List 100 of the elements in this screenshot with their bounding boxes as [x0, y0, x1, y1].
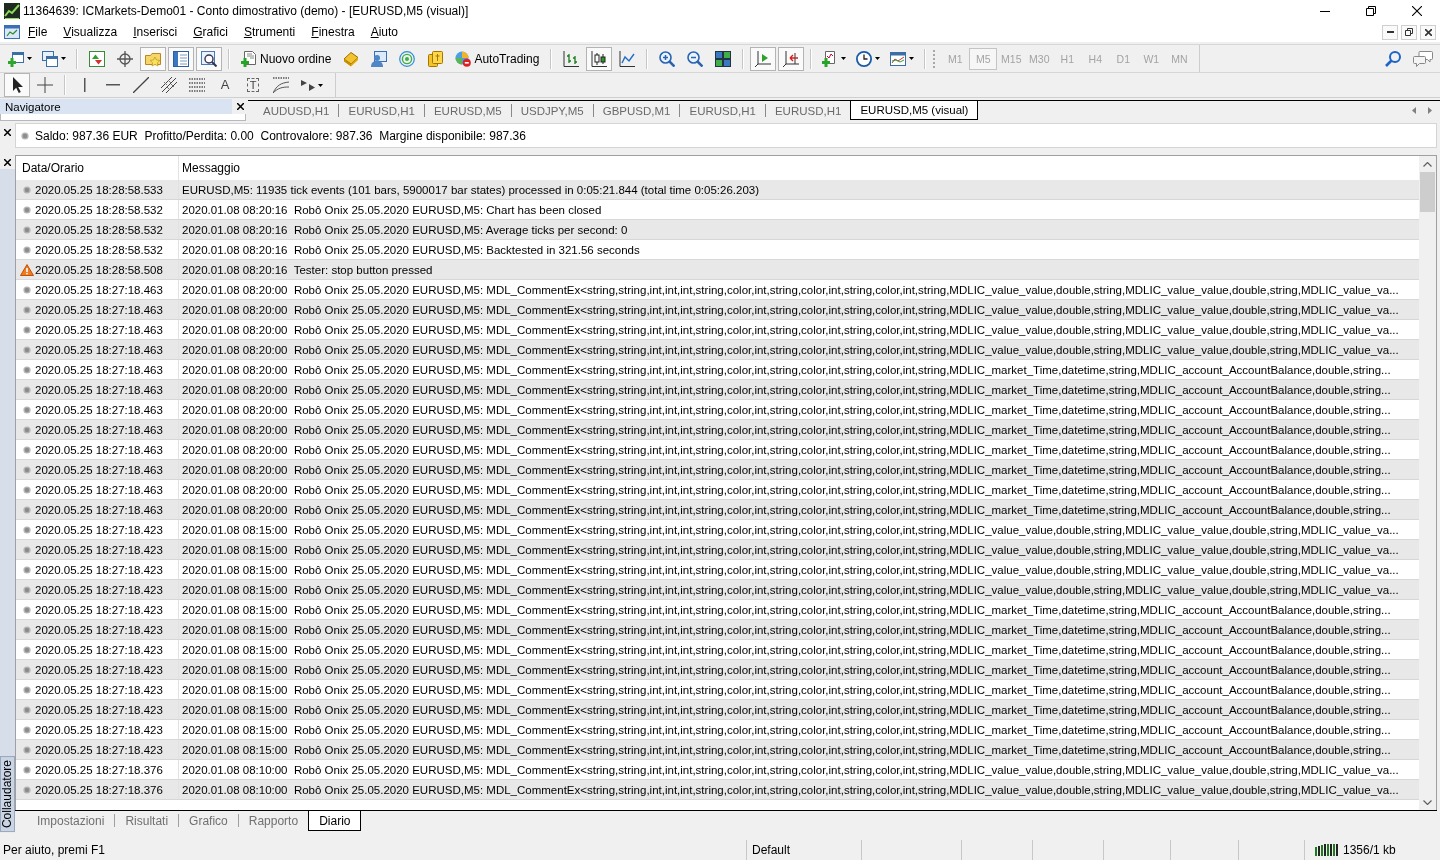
bar-chart-icon — [563, 50, 580, 67]
table-cell-text: 2020.01.08 08:20:00 Robô Onix 25.05.2020 EURUSD,M5: MDL_CommentEx<string,string,int,int,int,string,color,int,string,color,int,string,color,int,string,MDLIC_market_Time,datetime,string,MDLIC_account_AccountBalance,double,string... — [181, 503, 1391, 516]
menu-item[interactable]: Grafici — [185, 23, 236, 41]
table-cell: 2020.05.25 18:27:18.463 — [35, 343, 163, 356]
panel-tab[interactable]: Rapporto — [238, 811, 309, 830]
chart-tab[interactable]: GBPUSD,M1 — [593, 101, 680, 120]
table-cell-text: 2020.01.08 08:20:00 Robô Onix 25.05.2020 EURUSD,M5: MDL_CommentEx<string,string,int,int,int,string,color,int,string,color,int,string,color,int,string,MDLIC_market_Time,datetime,string,MDLIC_account_AccountBalance,double,string... — [181, 383, 1391, 396]
table-cell-text: 2020.01.08 08:10:00 Robô Onix 25.05.2020 EURUSD,M5: MDL_CommentEx<string,string,int,int,int,string,color,int,string,color,int,string,color,int,string,MDLIC_value_value,double,string,MDLIC_value_value,double,string,MDLIC_value_va... — [181, 763, 1399, 776]
table-cell: 2020.05.25 18:27:18.423 — [35, 723, 163, 736]
dot-icon — [23, 205, 31, 214]
status-text: Per aiuto, premi F1 — [3, 843, 106, 857]
close-icon — [236, 103, 244, 110]
restore-button[interactable] — [1401, 24, 1417, 40]
tile-windows-icon — [715, 50, 732, 67]
panel-tab[interactable]: Grafico — [179, 811, 238, 830]
table-cell-text: 2020.01.08 08:20:16 Robô Onix 25.05.2020 EURUSD,M5: Backtested in 321.56 seconds — [181, 243, 640, 256]
dot-icon — [23, 405, 31, 414]
table-cell: 2020.05.25 18:27:18.376 — [35, 783, 163, 796]
toolbar-button[interactable] — [168, 46, 194, 71]
chart-tab[interactable]: USDJPY,M5 — [511, 101, 593, 120]
table-cell: 2020.05.25 18:28:58.532 — [35, 203, 163, 216]
table-cell: 2020.05.25 18:27:18.423 — [35, 543, 163, 556]
table-cell-text: 2020.01.08 08:20:00 Robô Onix 25.05.2020 EURUSD,M5: MDL_CommentEx<string,string,int,int,int,string,color,int,string,color,int,string,color,int,string,MDLIC_value_value,double,string,MDLIC_value_value,double,string,MDLIC_value_va... — [181, 323, 1399, 336]
dot-icon — [23, 325, 31, 334]
table-cell: 2020.05.25 18:27:18.423 — [35, 743, 163, 756]
chat-button[interactable] — [1413, 50, 1433, 67]
chart-window-icon — [890, 50, 907, 67]
chart-tab[interactable]: EURUSD,H1 — [680, 101, 765, 120]
zoom-in-icon — [659, 50, 676, 67]
axis-play-icon — [755, 50, 772, 67]
close-icon — [4, 158, 11, 166]
account-summary: Saldo: 987.36 EUR Profitto/Perdita: 0.00 Controvalore: 987.36 Margine disponibile: 987.36 — [35, 128, 526, 143]
table-cell-text: 2020.01.08 08:20:00 Robô Onix 25.05.2020 EURUSD,M5: MDL_CommentEx<string,string,int,int,int,string,color,int,string,color,int,string,color,int,string,MDLIC_market_Time,datetime,string,MDLIC_account_AccountBalance,double,string... — [181, 403, 1391, 416]
panel-title: Navigatore — [0, 99, 232, 114]
dot-icon — [23, 425, 31, 434]
menu-item[interactable]: Inserisci — [125, 23, 186, 41]
menu-item[interactable]: Aiuto — [362, 23, 407, 41]
windows-icon — [42, 50, 58, 67]
chart-tab[interactable]: EURUSD,M5 — [424, 101, 511, 120]
folder-star-icon — [145, 50, 161, 67]
candlestick-button[interactable] — [586, 46, 613, 71]
minimize-icon — [1320, 10, 1330, 12]
menu-item[interactable]: Finestra — [303, 23, 363, 41]
chart-tab[interactable]: AUDUSD,H1 — [254, 101, 339, 120]
table-cell-text: 2020.01.08 08:15:00 Robô Onix 25.05.2020 EURUSD,M5: MDL_CommentEx<string,string,int,int,int,string,color,int,string,color,int,string,color,int,string,MDLIC_market_Time,datetime,string,MDLIC_account_AccountBalance,double,string... — [181, 683, 1391, 696]
scrollbar-thumb[interactable] — [1420, 172, 1435, 212]
table-cell: 2020.05.25 18:27:18.463 — [35, 463, 163, 476]
label-tool-button[interactable]: T — [240, 73, 266, 97]
table-cell-text: 2020.01.08 08:15:00 Robô Onix 25.05.2020 EURUSD,M5: MDL_CommentEx<string,string,int,int,int,string,color,int,string,color,int,string,color,int,string,MDLIC_market_Time,datetime,string,MDLIC_account_AccountBalance,double,string... — [181, 703, 1391, 716]
column-header[interactable]: Messaggio — [179, 156, 241, 180]
minimize-icon — [1386, 31, 1394, 33]
menu-item[interactable]: File — [20, 23, 56, 41]
chart-tab[interactable]: EURUSD,M5 (visual) — [850, 101, 979, 120]
chart-arrows-icon — [89, 50, 105, 67]
table-cell: 2020.05.25 18:27:18.463 — [35, 403, 163, 416]
menu-item[interactable]: Strumenti — [235, 23, 304, 41]
panel-tab[interactable]: Risultati — [115, 811, 179, 830]
scroll-right-button[interactable] — [1428, 107, 1432, 114]
autotrading-button[interactable]: AutoTrading — [450, 46, 545, 71]
dot-icon — [23, 505, 31, 514]
chart-tab[interactable]: EURUSD,H1 — [339, 101, 424, 120]
cursor-button[interactable] — [4, 73, 30, 97]
table-cell-text: 2020.01.08 08:15:00 Robô Onix 25.05.2020 EURUSD,M5: MDL_CommentEx<string,string,int,int,int,string,color,int,string,color,int,string,color,int,string,MDLIC_market_Time,datetime,string,MDLIC_account_AccountBalance,double,string... — [181, 723, 1391, 736]
restore-icon — [1366, 6, 1376, 16]
chart-logo-icon — [4, 3, 20, 19]
toolbar-button[interactable] — [196, 46, 222, 71]
panel-tab[interactable]: Diario — [308, 811, 362, 831]
panel-tab[interactable]: Impostazioni — [27, 811, 115, 830]
table-cell-text: 2020.01.08 08:20:00 Robô Onix 25.05.2020 EURUSD,M5: MDL_CommentEx<string,string,int,int,int,string,color,int,string,color,int,string,color,int,string,MDLIC_value_value,double,string,MDLIC_value_value,double,string,MDLIC_value_va... — [181, 343, 1399, 356]
table-cell-text: 2020.01.08 08:15:00 Robô Onix 25.05.2020 EURUSD,M5: MDL_CommentEx<string,string,int,int,int,string,color,int,string,color,int,string,color,int,string,MDLIC_market_Time,datetime,string,MDLIC_account_AccountBalance,double,string... — [181, 743, 1391, 756]
close-icon — [1412, 6, 1422, 16]
scroll-left-button[interactable] — [1412, 107, 1416, 114]
table-cell: 2020.05.25 18:27:18.423 — [35, 563, 163, 576]
caret-down-icon — [909, 57, 915, 60]
table-cell: 2020.05.25 18:27:18.423 — [35, 523, 163, 536]
chart-tab[interactable]: EURUSD,H1 — [765, 101, 851, 120]
search-button[interactable] — [1385, 50, 1401, 67]
dot-icon — [23, 685, 31, 694]
trend-line-icon — [133, 77, 149, 93]
fan-icon — [273, 77, 289, 93]
close-button[interactable] — [1420, 24, 1436, 40]
new-order-button[interactable]: Nuovo ordine — [236, 46, 337, 71]
dot-icon — [23, 445, 31, 454]
dot-icon — [23, 345, 31, 354]
table-cell: 2020.05.25 18:27:18.423 — [35, 663, 163, 676]
user-icon — [371, 50, 388, 67]
menu-item[interactable]: Visualizza — [55, 23, 126, 41]
dot-icon — [23, 525, 31, 534]
table-cell-text: 2020.01.08 08:15:00 Robô Onix 25.05.2020 EURUSD,M5: MDL_CommentEx<string,string,int,int,int,string,color,int,string,color,int,string,color,int,string,MDLIC_value_value,double,string,MDLIC_value_value,double,string,MDLIC_value_va... — [181, 583, 1399, 596]
minimize-button[interactable] — [1382, 24, 1398, 40]
table-cell-text: 2020.01.08 08:15:00 Robô Onix 25.05.2020 EURUSD,M5: MDL_CommentEx<string,string,int,int,int,string,color,int,string,color,int,string,color,int,string,MDLIC_value_value,double,string,MDLIC_value_value,double,string,MDLIC_value_va... — [181, 563, 1399, 576]
table-cell: 2020.05.25 18:27:18.423 — [35, 683, 163, 696]
zoom-out-icon — [687, 50, 704, 67]
dot-icon — [23, 365, 31, 374]
text-tool-button[interactable]: A — [212, 73, 238, 97]
table-cell: 2020.05.25 18:27:18.463 — [35, 383, 163, 396]
table-cell: 2020.05.25 18:27:18.463 — [35, 443, 163, 456]
toolbar-button[interactable] — [778, 46, 805, 71]
stop-badge-icon — [455, 50, 472, 67]
table-cell: 2020.05.25 18:27:18.423 — [35, 703, 163, 716]
